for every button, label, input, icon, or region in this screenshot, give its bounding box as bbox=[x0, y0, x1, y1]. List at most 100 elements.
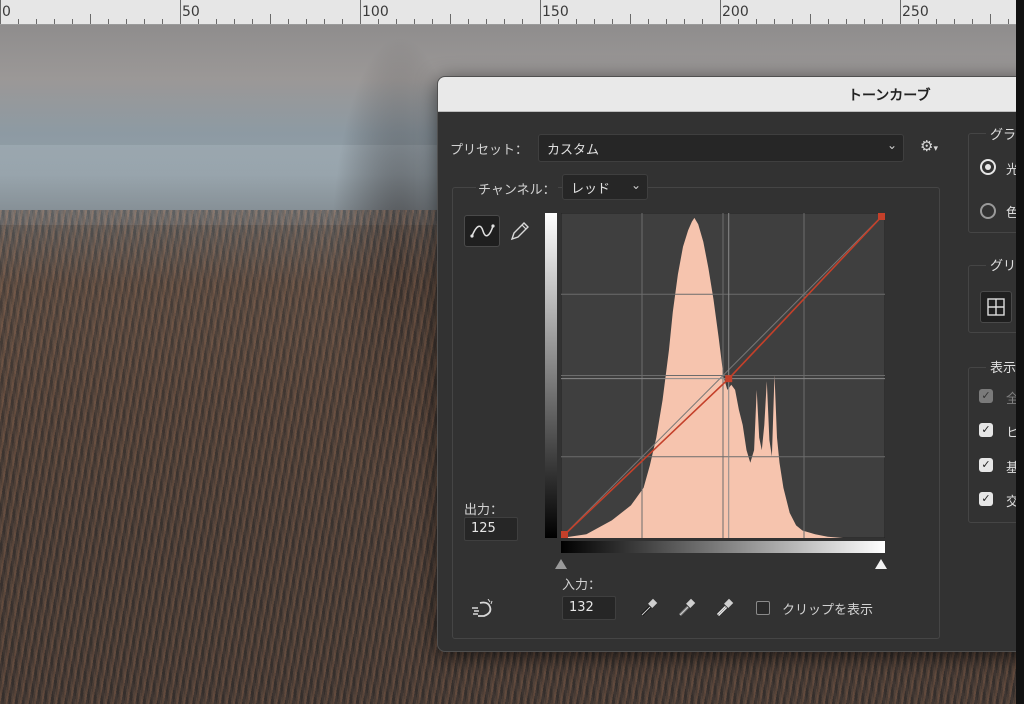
ruler-tick bbox=[522, 19, 523, 24]
channel-select[interactable]: レッド ⌄ bbox=[562, 174, 648, 200]
chevron-down-icon: ⌄ bbox=[886, 138, 897, 152]
ruler-tick bbox=[612, 19, 613, 24]
ruler-tick bbox=[360, 0, 361, 24]
ruler-label: 150 bbox=[542, 4, 569, 20]
curve-point-tool[interactable] bbox=[464, 215, 500, 247]
checkbox-baseline[interactable]: ✓ bbox=[979, 458, 993, 472]
input-value: 132 bbox=[569, 600, 594, 615]
ruler-tick bbox=[162, 19, 163, 24]
ruler-tick bbox=[180, 0, 181, 24]
chevron-down-icon: ⌄ bbox=[630, 178, 641, 192]
ruler-tick bbox=[144, 19, 145, 24]
tone-curve-graph[interactable] bbox=[561, 213, 885, 538]
ruler-tick bbox=[756, 19, 757, 24]
ruler-tick bbox=[216, 19, 217, 24]
ruler-tick bbox=[846, 19, 847, 24]
output-gradient-bar bbox=[545, 213, 557, 538]
ruler-tick bbox=[126, 19, 127, 24]
ruler-tick bbox=[504, 19, 505, 24]
ruler-label: 250 bbox=[902, 4, 929, 20]
checkbox-intersection[interactable]: ✓ bbox=[979, 492, 993, 506]
eyedropper-black-icon bbox=[640, 598, 658, 617]
ruler-tick bbox=[72, 19, 73, 24]
ruler-tick bbox=[396, 19, 397, 24]
ruler-tick bbox=[684, 19, 685, 24]
ruler-tick bbox=[828, 19, 829, 24]
ruler-tick bbox=[630, 14, 631, 24]
hand-adjust-icon bbox=[472, 598, 493, 617]
ruler-tick bbox=[432, 19, 433, 24]
gear-icon[interactable]: ⚙▾ bbox=[920, 137, 938, 155]
white-point-slider[interactable] bbox=[875, 559, 887, 569]
ruler-tick bbox=[342, 19, 343, 24]
show-clipping-checkbox[interactable] bbox=[756, 601, 770, 615]
preset-label: プリセット： bbox=[450, 143, 529, 158]
curve-control-point[interactable] bbox=[878, 213, 885, 220]
ruler-tick bbox=[324, 19, 325, 24]
on-image-adjust-tool[interactable] bbox=[470, 598, 496, 621]
preset-select[interactable]: カスタム ⌄ bbox=[538, 134, 904, 162]
dialog-titlebar[interactable]: トーンカーブ bbox=[438, 77, 1024, 112]
ruler-label: 100 bbox=[362, 4, 389, 20]
grid-simple-button[interactable] bbox=[980, 291, 1012, 323]
ruler-tick bbox=[810, 14, 811, 24]
black-point-slider[interactable] bbox=[555, 559, 567, 569]
preset-value: カスタム bbox=[547, 143, 600, 158]
ruler-tick bbox=[774, 19, 775, 24]
input-field[interactable]: 132 bbox=[562, 596, 616, 620]
ruler-tick bbox=[108, 19, 109, 24]
ruler-tick bbox=[720, 0, 721, 24]
dialog-title: トーンカーブ bbox=[848, 88, 931, 104]
channel-value: レッド bbox=[571, 182, 611, 197]
ruler-tick bbox=[648, 19, 649, 24]
pencil-icon bbox=[510, 222, 529, 241]
radio-light[interactable] bbox=[980, 159, 996, 175]
ruler-tick bbox=[792, 19, 793, 24]
ruler-tick bbox=[666, 19, 667, 24]
ruler-tick bbox=[36, 19, 37, 24]
checkbox-all-channels[interactable]: ✓ bbox=[979, 389, 993, 403]
display-group-title: 表示 bbox=[986, 357, 1021, 376]
ruler-tick bbox=[882, 19, 883, 24]
ruler-tick bbox=[270, 14, 271, 24]
checkbox-histogram[interactable]: ✓ bbox=[979, 423, 993, 437]
ruler-tick bbox=[972, 19, 973, 24]
ruler-tick bbox=[990, 14, 991, 24]
ruler-tick bbox=[234, 19, 235, 24]
ruler-tick bbox=[306, 19, 307, 24]
ruler-tick bbox=[936, 19, 937, 24]
output-value: 125 bbox=[471, 521, 496, 536]
ruler-tick bbox=[594, 19, 595, 24]
show-clipping-label: クリップを表示 bbox=[782, 603, 874, 618]
ruler-tick bbox=[900, 0, 901, 24]
ruler-label: 50 bbox=[182, 4, 200, 20]
eyedropper-gray-icon bbox=[678, 598, 696, 617]
output-label: 出力： bbox=[464, 503, 504, 518]
ruler-tick bbox=[468, 19, 469, 24]
ruler-tick bbox=[702, 19, 703, 24]
ruler-tick bbox=[90, 14, 91, 24]
channel-label: チャンネル： bbox=[476, 179, 558, 198]
curve-control-point[interactable] bbox=[561, 531, 568, 538]
input-label: 入力： bbox=[562, 578, 602, 593]
gray-eyedropper[interactable] bbox=[676, 597, 698, 619]
ruler-tick bbox=[54, 19, 55, 24]
ruler-tick bbox=[18, 19, 19, 24]
radio-pigment[interactable] bbox=[980, 203, 996, 219]
output-field[interactable]: 125 bbox=[464, 517, 518, 541]
pencil-tool[interactable] bbox=[508, 219, 532, 243]
ruler-tick bbox=[288, 19, 289, 24]
ruler-tick bbox=[540, 0, 541, 24]
ruler-tick bbox=[252, 19, 253, 24]
black-eyedropper[interactable] bbox=[638, 597, 660, 619]
ruler-tick bbox=[486, 19, 487, 24]
ruler-tick bbox=[414, 19, 415, 24]
ruler-tick bbox=[450, 14, 451, 24]
ruler-label: 200 bbox=[722, 4, 749, 20]
ruler-tick bbox=[864, 19, 865, 24]
ruler-tick bbox=[954, 19, 955, 24]
white-eyedropper[interactable] bbox=[714, 597, 736, 619]
ruler-tick bbox=[0, 0, 1, 24]
curve-control-point[interactable] bbox=[725, 375, 733, 383]
input-gradient-bar bbox=[561, 541, 885, 553]
